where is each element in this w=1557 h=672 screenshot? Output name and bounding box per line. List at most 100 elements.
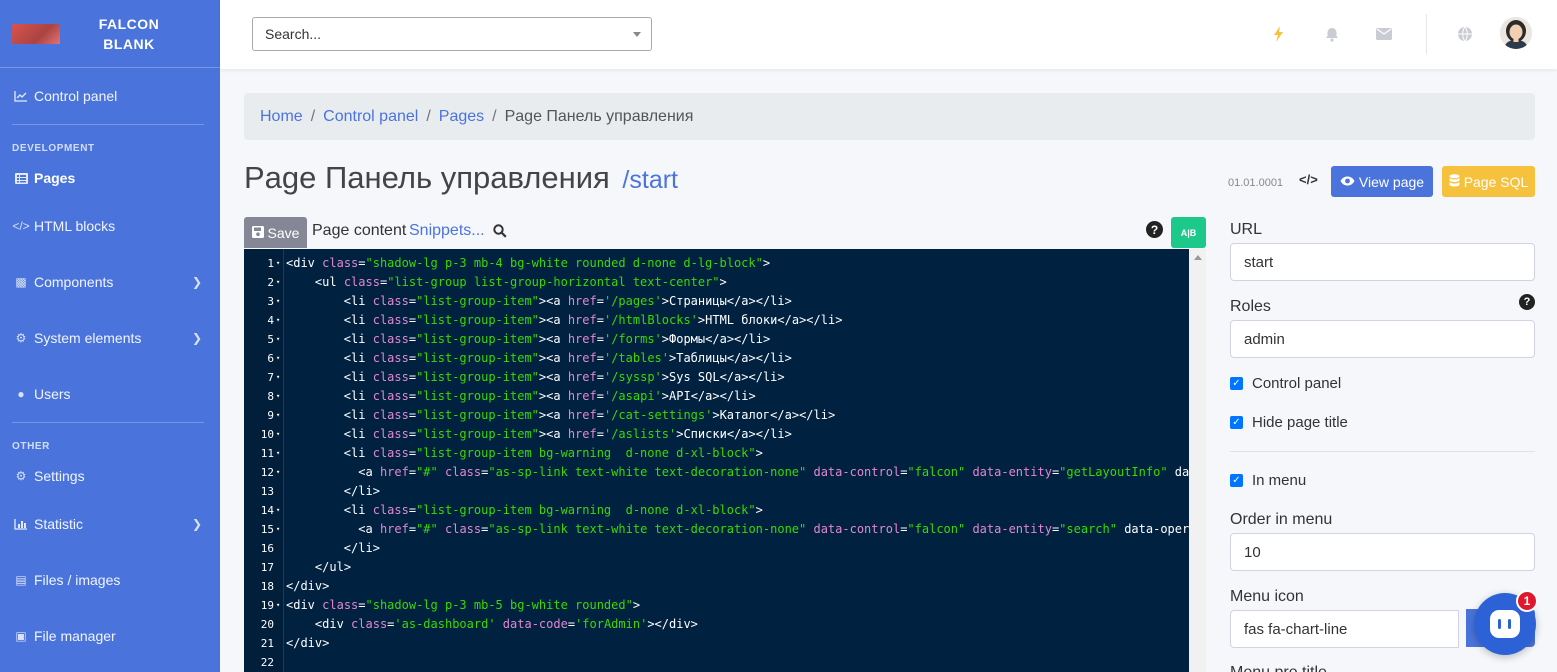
checkbox-check-icon[interactable]: ✓: [1230, 416, 1243, 429]
fold-toggle-icon[interactable]: ▾: [276, 273, 280, 292]
fold-toggle-icon[interactable]: ▾: [276, 463, 280, 482]
sidebar-item-file-manager[interactable]: ▣ File manager: [0, 608, 220, 664]
sidebar-item-html-blocks[interactable]: </> HTML blocks: [0, 198, 220, 254]
in-menu-checkbox[interactable]: ✓ In menu: [1230, 472, 1306, 489]
line-number: 16: [260, 542, 274, 555]
bell-icon[interactable]: [1322, 24, 1342, 44]
checkbox-check-icon[interactable]: ✓: [1230, 474, 1243, 487]
code-line[interactable]: 2 ▾ <ul class="list-group list-group-hori…: [267, 273, 1189, 292]
avatar[interactable]: [1500, 17, 1532, 49]
help-icon[interactable]: ?: [1519, 294, 1535, 310]
code-line-text: <div class='as-dashboard' data-code='for…: [314, 617, 698, 631]
breadcrumb-separator: /: [310, 107, 316, 125]
fold-toggle-icon[interactable]: ▾: [276, 330, 280, 349]
code-line[interactable]: 9 ▾ <li class="list-group-item"><a href='…: [267, 406, 1189, 425]
sidebar-item-files-images[interactable]: ▤ Files / images: [0, 552, 220, 608]
checkbox-check-icon[interactable]: ✓: [1230, 377, 1243, 390]
breadcrumb-home[interactable]: Home: [260, 108, 303, 126]
code-line-text: <a href="#" class="as-sp-link text-white…: [358, 522, 1197, 536]
code-line[interactable]: 5 ▾ <li class="list-group-item"><a href='…: [267, 330, 1189, 349]
code-line[interactable]: 15 ▾ <a href="#" class="as-sp-link text-w…: [261, 520, 1197, 539]
envelope-icon[interactable]: [1374, 24, 1394, 44]
sidebar-item-label: Pages: [34, 170, 76, 186]
code-line[interactable]: 11 ▾ <li class="list-group-item bg-warnin…: [261, 444, 1189, 463]
code-line[interactable]: 20 <div class='as-dashboard' data-code='…: [261, 615, 1189, 634]
code-line[interactable]: 17 </ul>: [261, 558, 1189, 577]
fold-toggle-icon[interactable]: ▾: [276, 311, 280, 330]
sidebar-item-settings[interactable]: ⚙ Settings: [0, 456, 220, 496]
roles-input[interactable]: admin: [1230, 320, 1535, 358]
line-number: 5: [267, 333, 274, 346]
scroll-up-icon[interactable]: [1194, 255, 1202, 260]
view-page-button[interactable]: View page: [1331, 166, 1433, 197]
fold-toggle-icon[interactable]: ▾: [276, 425, 280, 444]
search-icon[interactable]: [493, 224, 507, 241]
line-number: 10: [260, 428, 274, 441]
line-number: 9: [267, 409, 274, 422]
code-line[interactable]: 8 ▾ <li class="list-group-item"><a href='…: [267, 387, 1189, 406]
sidebar-item-pages[interactable]: Pages: [0, 158, 220, 198]
code-line[interactable]: 21 </div>: [261, 634, 1189, 653]
sidebar-item-control-panel[interactable]: Control panel: [0, 68, 220, 124]
search-input[interactable]: Search...: [252, 17, 652, 51]
code-line-text: <li class="list-group-item bg-warning d-…: [343, 503, 763, 517]
fold-toggle-icon[interactable]: ▾: [276, 444, 280, 463]
code-line[interactable]: 16 </li>: [261, 539, 1189, 558]
code-line[interactable]: 10 ▾ <li class="list-group-item"><a href=…: [261, 425, 1189, 444]
snippets-link[interactable]: Snippets...: [409, 222, 485, 240]
cubes-icon: ▩: [15, 275, 27, 289]
editor-scrollbar[interactable]: [1189, 249, 1206, 672]
line-number: 17: [260, 561, 274, 574]
chat-icon: [1490, 610, 1520, 638]
code-line[interactable]: 18 </div>: [261, 577, 1189, 596]
sidebar-item-users[interactable]: ● Users: [0, 366, 220, 422]
control-panel-checkbox[interactable]: ✓ Control panel: [1230, 375, 1341, 392]
breadcrumb-control-panel[interactable]: Control panel: [323, 108, 418, 126]
help-icon[interactable]: ?: [1146, 221, 1163, 238]
chart-line-icon: [12, 90, 30, 102]
menu-icon-label: Menu icon: [1230, 588, 1304, 605]
images-icon: ▤: [15, 573, 27, 587]
code-icon[interactable]: </>: [1299, 172, 1318, 187]
globe-icon[interactable]: [1455, 24, 1475, 44]
fold-toggle-icon[interactable]: ▾: [276, 520, 280, 539]
code-line[interactable]: 3 ▾ <li class="list-group-item"><a href='…: [267, 292, 1189, 311]
fold-toggle-icon[interactable]: ▾: [276, 501, 280, 520]
sidebar-item-components[interactable]: ▩ Components ❯: [0, 254, 220, 310]
code-line[interactable]: 7 ▾ <li class="list-group-item"><a href='…: [267, 368, 1189, 387]
code-line[interactable]: 14 ▾ <li class="list-group-item bg-warnin…: [261, 501, 1189, 520]
url-input[interactable]: start: [1230, 243, 1535, 281]
menu-icon-input[interactable]: fas fa-chart-line: [1230, 610, 1459, 648]
code-line[interactable]: 12 ▾ <a href="#" class="as-sp-link text-w…: [261, 463, 1197, 482]
save-button[interactable]: Save: [244, 217, 307, 248]
list-icon: [12, 172, 30, 184]
fold-toggle-icon[interactable]: ▾: [276, 596, 280, 615]
page-title: Page Панель управления /start: [244, 160, 678, 196]
fold-toggle-icon[interactable]: ▾: [276, 387, 280, 406]
sidebar-item-statistic[interactable]: Statistic ❯: [0, 496, 220, 552]
toggle-editor-button[interactable]: A|B: [1171, 217, 1206, 248]
fold-toggle-icon[interactable]: ▾: [276, 368, 280, 387]
code-line[interactable]: 4 ▾ <li class="list-group-item"><a href='…: [267, 311, 1189, 330]
hide-page-title-checkbox[interactable]: ✓ Hide page title: [1230, 414, 1348, 431]
page-sql-button[interactable]: Page SQL: [1442, 166, 1535, 197]
code-line[interactable]: 19 ▾ <div class="shadow-lg p-3 mb-5 bg-whi…: [261, 596, 1189, 615]
search-placeholder: Search...: [265, 26, 322, 42]
brand[interactable]: FALCON BLANK: [0, 0, 220, 68]
code-editor[interactable]: 1 ▾ <div class="shadow-lg p-3 mb-4 bg-whit…: [244, 249, 1206, 672]
bolt-icon[interactable]: [1268, 24, 1288, 44]
fold-toggle-icon[interactable]: ▾: [276, 292, 280, 311]
code-line[interactable]: 13 </li>: [261, 482, 1189, 501]
code-line[interactable]: 22: [261, 653, 1189, 672]
fold-toggle-icon[interactable]: ▾: [276, 406, 280, 425]
order-input[interactable]: 10: [1230, 533, 1535, 571]
line-number: 13: [260, 485, 274, 498]
breadcrumb-pages[interactable]: Pages: [439, 108, 484, 126]
sidebar-item-system-elements[interactable]: ⚙ System elements ❯: [0, 310, 220, 366]
fold-toggle-icon[interactable]: ▾: [276, 254, 280, 273]
fold-toggle-icon[interactable]: ▾: [276, 349, 280, 368]
code-line[interactable]: 1 ▾ <div class="shadow-lg p-3 mb-4 bg-whit…: [267, 254, 1189, 273]
folder-icon: ▣: [15, 629, 27, 643]
code-lines[interactable]: 1 ▾ <div class="shadow-lg p-3 mb-4 bg-whit…: [261, 254, 1197, 672]
code-line[interactable]: 6 ▾ <li class="list-group-item"><a href='…: [267, 349, 1189, 368]
